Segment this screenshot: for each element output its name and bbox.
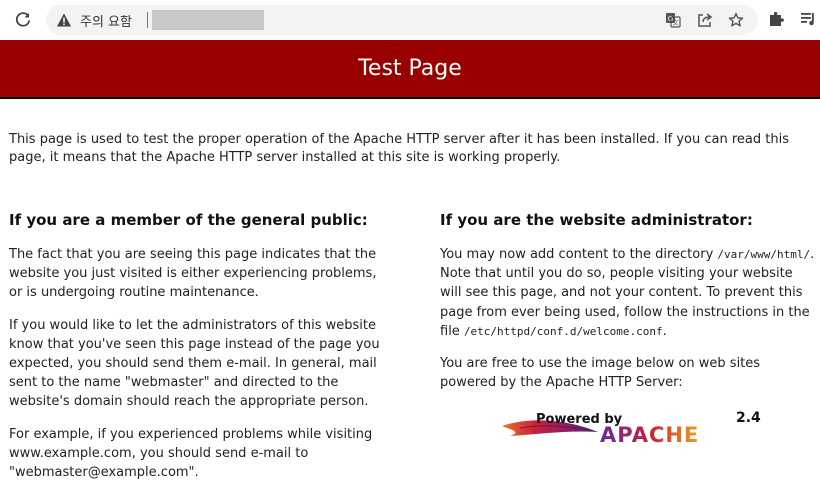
- reload-icon[interactable]: [10, 7, 36, 33]
- address-separator: [147, 12, 148, 28]
- bookmark-star-icon[interactable]: [726, 10, 746, 30]
- admin-text-c: .: [662, 323, 667, 339]
- url-text-redacted[interactable]: [152, 10, 264, 30]
- powered-by-apache-logo: Powered by 2.4 APACHE: [500, 408, 766, 448]
- administrator-section: If you are the website administrator: Yo…: [440, 210, 818, 405]
- general-public-paragraph-2: If you would like to let the administrat…: [9, 317, 380, 410]
- general-public-heading: If you are a member of the general publi…: [9, 211, 368, 229]
- media-control-icon[interactable]: [798, 9, 818, 29]
- administrator-heading: If you are the website administrator:: [440, 211, 753, 229]
- security-status-label[interactable]: 주의 요함: [80, 11, 132, 30]
- document-root-path: /var/www/html/: [717, 248, 811, 261]
- browser-toolbar: 주의 요함 G 文: [0, 0, 820, 40]
- intro-paragraph: This page is used to test the proper ope…: [9, 132, 789, 165]
- page-title: Test Page: [358, 56, 462, 81]
- apache-wordmark: APACHE: [600, 423, 699, 447]
- version-text: 2.4: [736, 410, 761, 426]
- share-icon[interactable]: [695, 10, 715, 30]
- apache-logo-graphic: Powered by 2.4 APACHE: [502, 410, 761, 447]
- warning-icon[interactable]: [56, 12, 72, 28]
- welcome-conf-path: /etc/httpd/conf.d/welcome.conf: [463, 324, 663, 338]
- extensions-icon[interactable]: [766, 9, 786, 29]
- translate-icon[interactable]: G 文: [663, 10, 683, 30]
- general-public-paragraph-3: For example, if you experienced problems…: [9, 426, 373, 481]
- general-public-section: If you are a member of the general publi…: [9, 210, 387, 491]
- admin-text-a: You may now add content to the directory: [440, 247, 718, 262]
- address-bar[interactable]: 주의 요함 G 文: [46, 5, 758, 35]
- general-public-paragraph-1: The fact that you are seeing this page i…: [9, 247, 377, 301]
- administrator-paragraph-2: You are free to use the image below on w…: [440, 356, 761, 391]
- page-header: Test Page: [0, 40, 820, 99]
- svg-text:文: 文: [672, 19, 678, 27]
- administrator-paragraph-1: You may now add content to the directory…: [440, 245, 818, 341]
